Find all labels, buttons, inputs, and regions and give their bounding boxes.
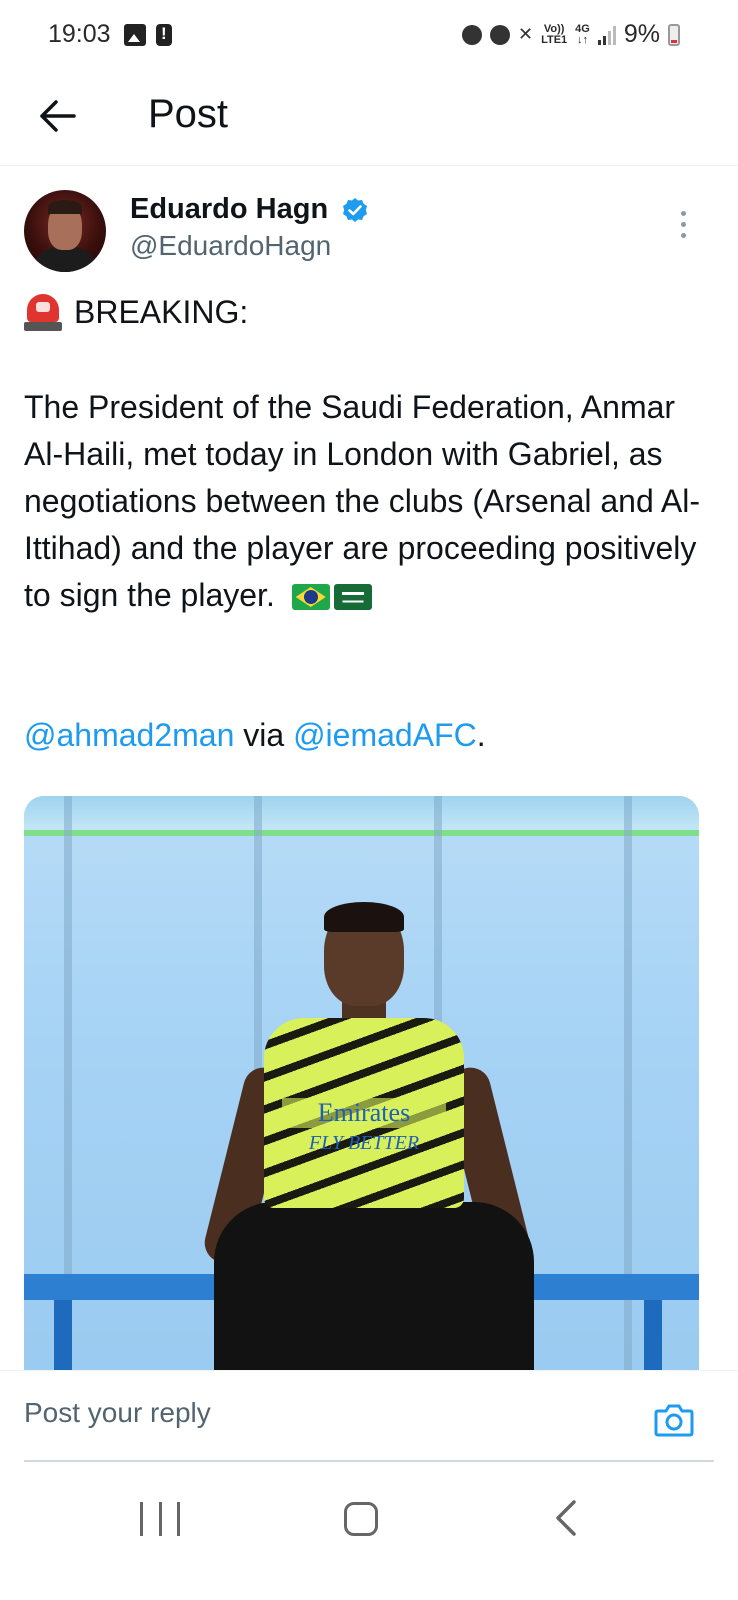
top-app-bar: Post <box>0 70 738 166</box>
saudi-arabia-flag-icon <box>333 584 372 610</box>
recent-apps-button[interactable] <box>140 1502 180 1536</box>
signal-icon <box>597 25 616 45</box>
page-title: Post <box>148 92 229 136</box>
gallery-notification-icon <box>124 24 146 46</box>
breaking-label: BREAKING: <box>74 293 249 330</box>
status-bar: 19:03 ✕ Vo)) LTE1 4G ↓↑ 9% <box>0 0 738 70</box>
back-button[interactable] <box>30 88 86 144</box>
shirt-tagline-text: FLY BETTER <box>308 1132 420 1154</box>
tweet-body-text: The President of the Saudi Federation, A… <box>24 389 700 613</box>
notification-icons <box>124 24 172 46</box>
recycle-icon <box>462 24 482 45</box>
alarm-icon <box>490 24 510 45</box>
network-type-indicator: 4G ↓↑ <box>575 22 590 46</box>
battery-icon <box>668 23 680 46</box>
author-handle[interactable]: @EduardoHagn <box>130 230 331 262</box>
status-time: 19:03 <box>48 20 111 48</box>
tweet-breaking-line: BREAKING: <box>24 292 248 332</box>
player-photo: Emirates FLY BETTER <box>174 902 564 1371</box>
volte-indicator: Vo)) LTE1 <box>541 22 568 46</box>
mention-link-2[interactable]: @iemadAFC <box>293 717 477 753</box>
tweet-media-image[interactable]: Emirates FLY BETTER <box>24 796 699 1371</box>
reply-divider <box>24 1460 714 1462</box>
tweet-text: The President of the Saudi Federation, A… <box>24 384 714 619</box>
via-text: via <box>234 717 294 753</box>
flag-emojis <box>291 584 372 610</box>
system-nav-bar <box>0 1470 738 1600</box>
mute-icon: ✕ <box>518 24 534 44</box>
alert-notification-icon <box>156 24 172 46</box>
battery-percent: 9% <box>623 20 660 48</box>
more-options-button[interactable] <box>668 204 698 244</box>
author-avatar[interactable] <box>24 190 106 272</box>
nav-back-button[interactable] <box>548 1498 588 1538</box>
period-text: . <box>476 717 486 753</box>
police-light-icon <box>24 292 62 332</box>
verified-badge-icon <box>343 198 367 222</box>
mention-link-1[interactable]: @ahmad2man <box>24 717 234 753</box>
shirt-sponsor-text: Emirates <box>282 1098 446 1128</box>
home-button[interactable] <box>344 1502 378 1536</box>
system-status-icons: ✕ Vo)) LTE1 4G ↓↑ 9% <box>462 20 680 49</box>
tweet-mentions: @ahmad2man via @iemadAFC. <box>24 712 486 759</box>
camera-icon[interactable] <box>654 1403 694 1437</box>
reply-bar: Post your reply <box>0 1370 738 1462</box>
arrow-left-icon <box>40 100 76 132</box>
author-name[interactable]: Eduardo Hagn <box>130 193 328 226</box>
brazil-flag-icon <box>291 584 330 610</box>
more-vertical-icon <box>680 210 686 216</box>
reply-input[interactable]: Post your reply <box>24 1397 211 1429</box>
